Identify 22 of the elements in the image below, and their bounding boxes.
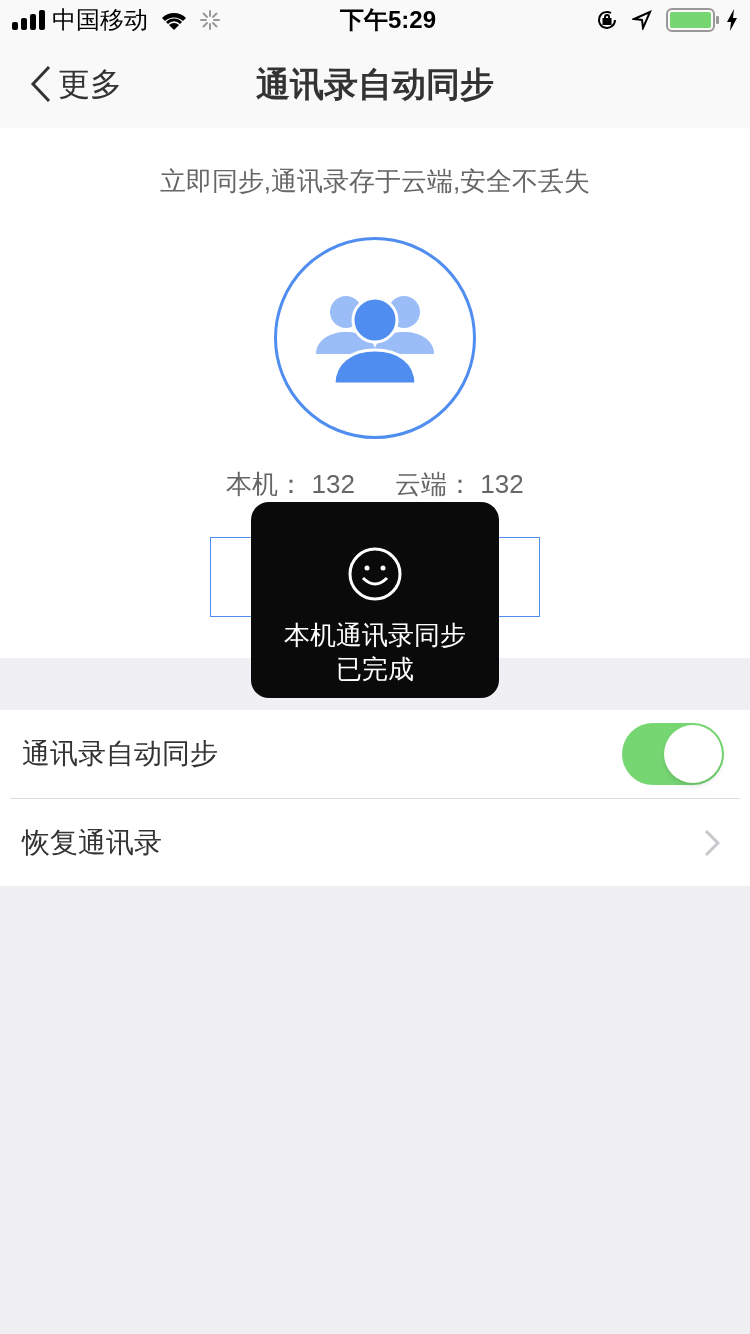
setting-label: 通讯录自动同步 (22, 737, 219, 771)
battery-icon (666, 8, 720, 32)
chevron-right-icon[interactable] (704, 828, 720, 857)
rotation-lock-icon (596, 9, 618, 31)
carrier-name: 中国移动 (52, 5, 148, 35)
chevron-left-icon (30, 65, 52, 103)
location-icon (632, 10, 652, 30)
wifi-icon (160, 10, 188, 30)
page-title: 通讯录自动同步 (256, 63, 494, 105)
status-time: 下午5:29 (339, 5, 436, 35)
count-text: 云端： 132 (395, 469, 524, 499)
setting-label: 恢复通讯录 (22, 825, 163, 860)
count-text: 本机： 132 (226, 469, 355, 499)
toast-message: 本机通讯录同步 (284, 619, 466, 652)
back-button[interactable]: 更多 (0, 60, 122, 108)
toast-message: 已完成 (336, 653, 414, 686)
spinner-icon (200, 10, 220, 30)
smiley-icon (347, 546, 403, 602)
signal-icon (12, 10, 46, 30)
charging-icon (726, 9, 738, 31)
intro-text: 立即同步,通讯录存于云端,安全不丢失 (159, 165, 591, 198)
toggle-switch[interactable] (622, 723, 724, 785)
